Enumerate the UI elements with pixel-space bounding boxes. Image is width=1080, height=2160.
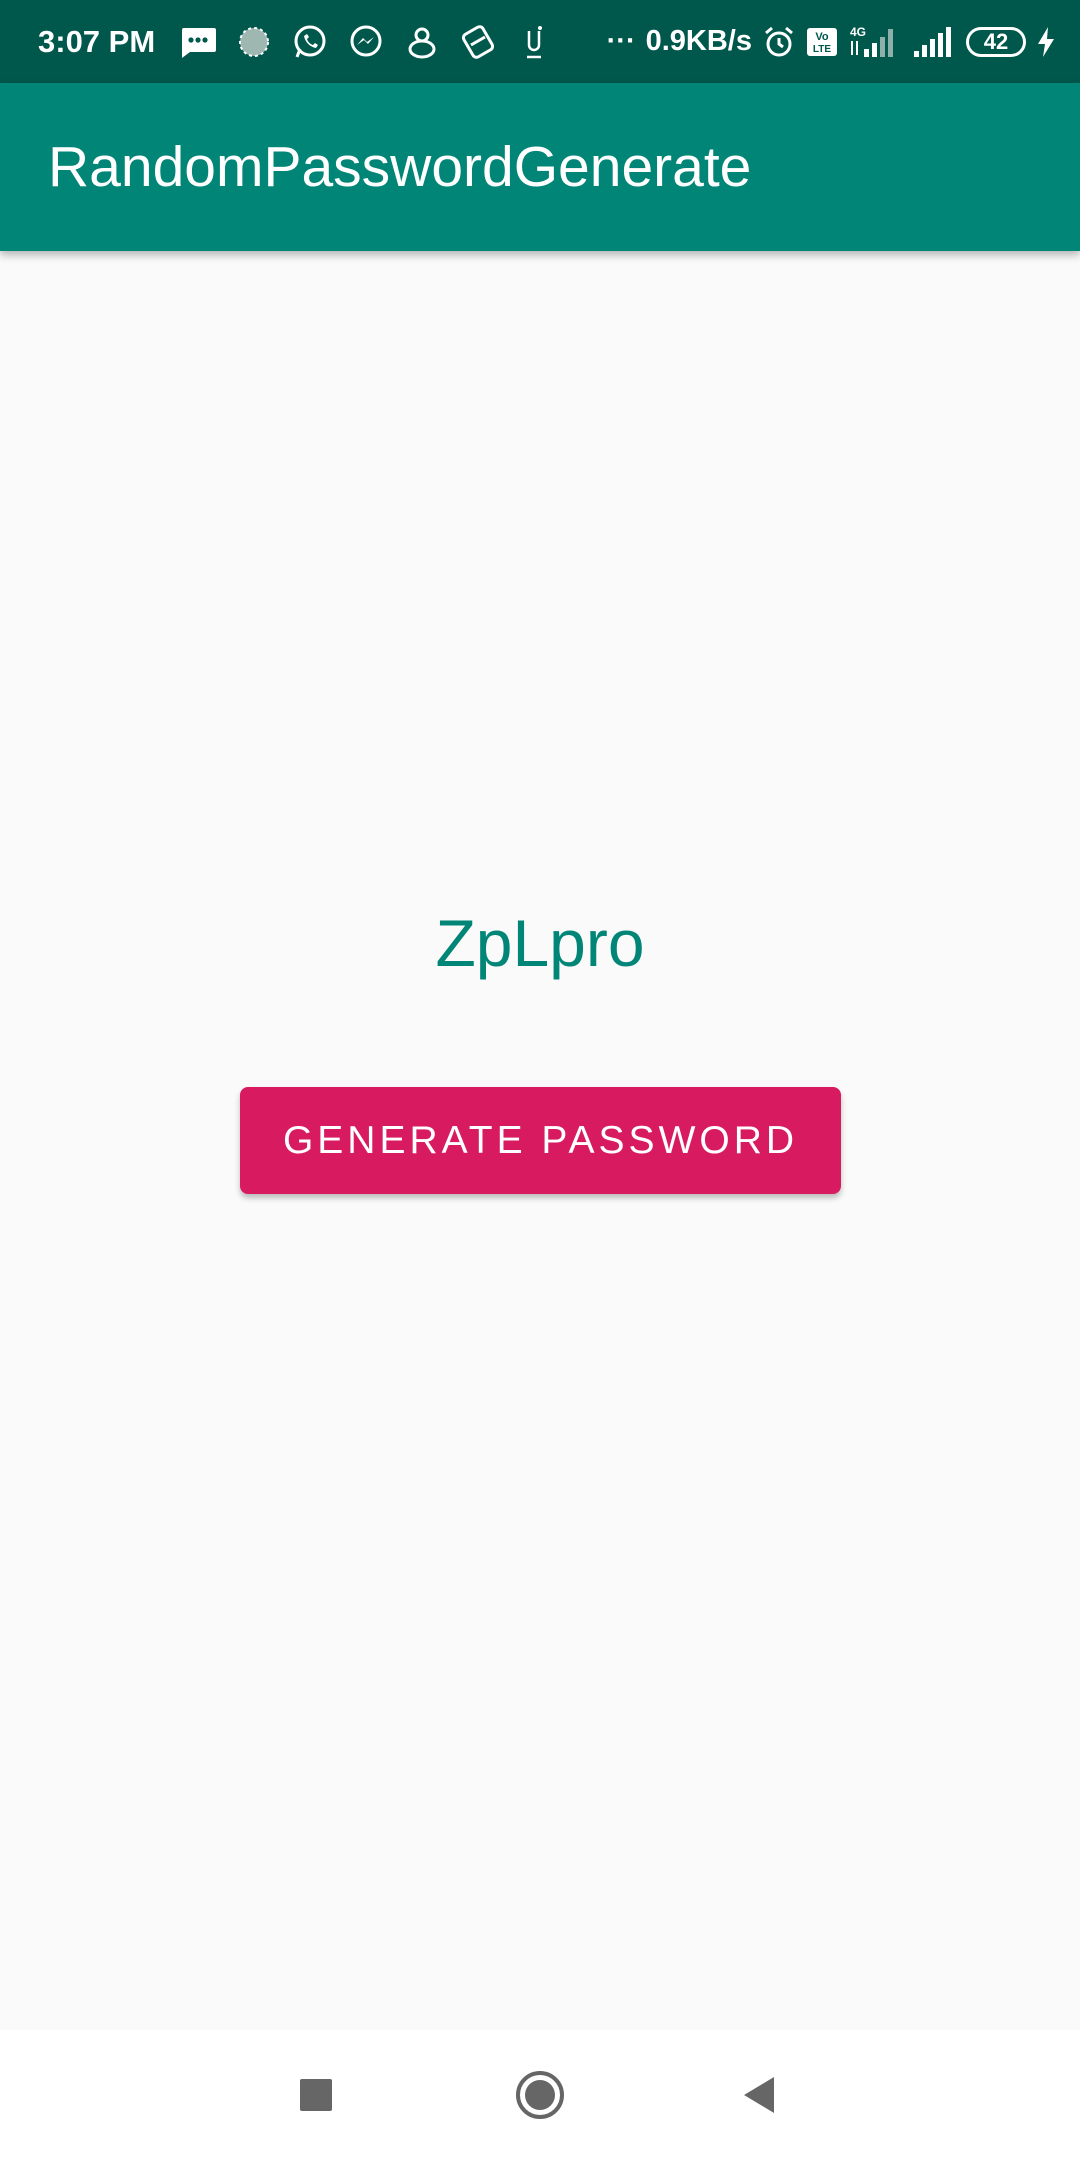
svg-text:4G: 4G	[850, 25, 866, 39]
status-system-icons: ··· 0.9KB/s Vo LTE 4G 42	[607, 0, 1056, 83]
home-icon	[516, 2071, 564, 2119]
battery-icon: 42	[966, 26, 1026, 57]
back-icon	[744, 2077, 774, 2113]
generate-password-button[interactable]: GENERATE PASSWORD	[240, 1087, 841, 1194]
recent-apps-button[interactable]	[256, 2030, 376, 2160]
volte-icon: Vo LTE	[806, 27, 838, 57]
status-bar: 3:07 PM ··· 0.9KB/s Vo LTE 4G 42	[0, 0, 1080, 83]
messenger-icon	[344, 20, 388, 64]
status-dots: ···	[606, 25, 636, 57]
net-speed: 0.9KB/s	[645, 25, 752, 57]
alarm-icon	[762, 25, 796, 59]
4g-signal-icon: 4G	[848, 25, 902, 59]
generated-password: ZpLpro	[435, 906, 645, 980]
shield-icon	[456, 20, 500, 64]
app-bar: RandomPasswordGenerate	[0, 83, 1080, 251]
svg-text:LTE: LTE	[813, 44, 831, 55]
battery-level: 42	[983, 28, 1009, 54]
messages-icon	[176, 20, 220, 64]
signal-icon	[912, 25, 956, 59]
navigation-bar	[0, 2030, 1080, 2160]
status-time: 3:07 PM	[38, 24, 156, 59]
sync-icon	[232, 20, 276, 64]
charging-icon	[1036, 26, 1056, 58]
notification-icon	[512, 20, 556, 64]
status-notification-icons	[176, 0, 556, 83]
home-button[interactable]	[480, 2030, 600, 2160]
back-button[interactable]	[700, 2030, 820, 2160]
recent-apps-icon	[300, 2079, 332, 2111]
app-title: RandomPasswordGenerate	[48, 135, 752, 199]
app-icon	[400, 20, 444, 64]
svg-text:Vo: Vo	[815, 31, 829, 43]
whatsapp-icon	[288, 20, 332, 64]
